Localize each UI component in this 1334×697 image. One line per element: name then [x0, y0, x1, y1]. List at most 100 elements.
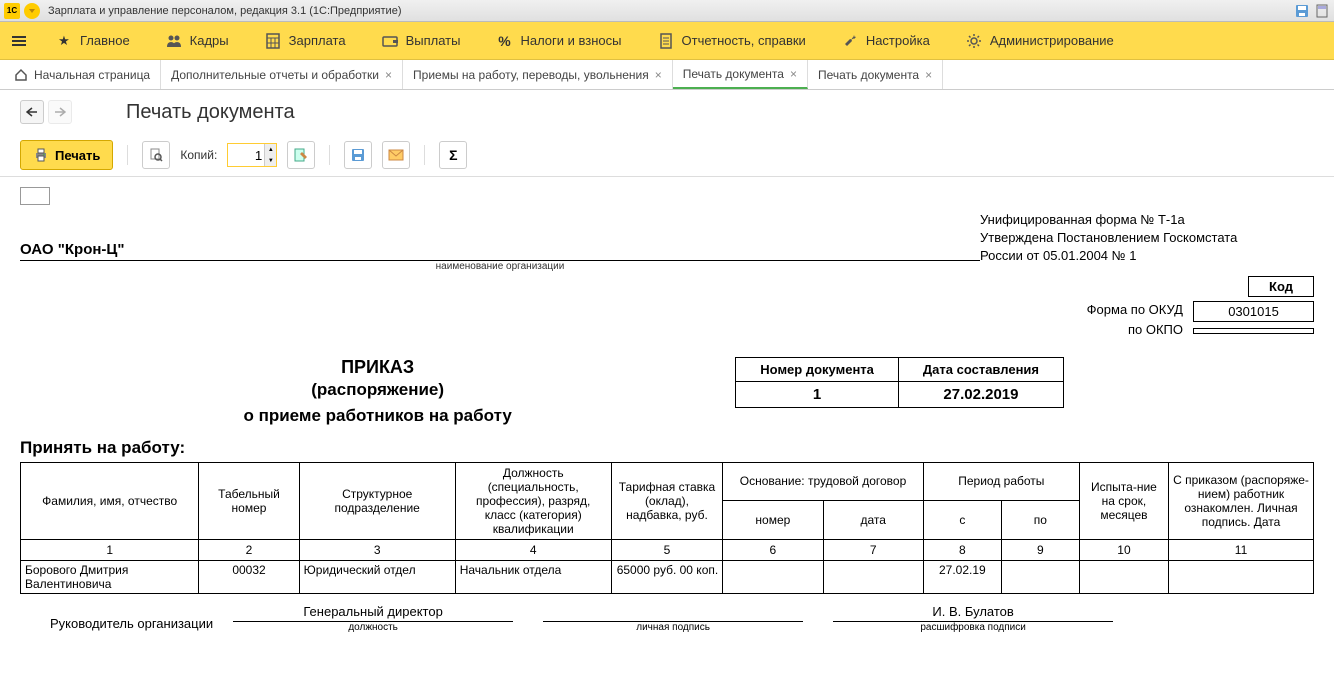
sig-sign-cap: личная подпись	[543, 622, 803, 633]
report-icon	[658, 33, 674, 49]
sig-name-cap: расшифровка подписи	[833, 622, 1113, 633]
coln-3: 3	[299, 539, 455, 560]
cell-dept: Юридический отдел	[299, 560, 455, 593]
cell-pto	[1001, 560, 1079, 593]
th-basis: Основание: трудовой договор	[723, 462, 924, 501]
menu-label: Отчетность, справки	[682, 33, 806, 48]
main-menu: ★ Главное Кадры Зарплата Выплаты % Налог…	[0, 22, 1334, 60]
copies-label: Копий:	[180, 148, 217, 162]
preview-button[interactable]	[142, 141, 170, 169]
cell-sign	[1169, 560, 1314, 593]
calc-icon	[265, 33, 281, 49]
cell-fio: Борового Дмитрия Валентиновича	[21, 560, 199, 593]
okpo-label: по ОКПО	[980, 322, 1193, 337]
menu-kadry[interactable]: Кадры	[148, 22, 247, 59]
close-icon[interactable]: ×	[385, 68, 392, 82]
tab-label: Печать документа	[818, 68, 919, 82]
th-period: Период работы	[923, 462, 1079, 501]
cell-trial	[1079, 560, 1168, 593]
menu-main[interactable]: ★ Главное	[38, 22, 148, 59]
okud-value: 0301015	[1194, 301, 1314, 321]
close-icon[interactable]: ×	[790, 67, 797, 81]
sig-name: И. В. Булатов	[833, 604, 1113, 622]
save-button[interactable]	[344, 141, 372, 169]
sum-button[interactable]: Σ	[439, 141, 467, 169]
doc-num-value: 1	[736, 381, 899, 407]
sig-label: Руководитель организации	[20, 616, 233, 633]
coln-2: 2	[199, 539, 299, 560]
form-line2: Утверждена Постановлением Госкомстата	[980, 229, 1314, 247]
th-period-to: по	[1001, 501, 1079, 540]
signature-row: Руководитель организации Генеральный дир…	[20, 604, 1314, 633]
tab-label: Печать документа	[683, 67, 784, 81]
hamburger-icon[interactable]	[0, 36, 38, 46]
print-label: Печать	[55, 148, 100, 163]
accept-label: Принять на работу:	[20, 438, 1314, 458]
order-h3: о приеме работников на работу	[20, 406, 735, 426]
tab-label: Дополнительные отчеты и обработки	[171, 68, 379, 82]
page-title: Печать документа	[126, 101, 295, 124]
calc-icon[interactable]	[1314, 3, 1330, 19]
cell-tabnum: 00032	[199, 560, 299, 593]
code-table: Код	[1248, 276, 1314, 297]
app-icon: 1C	[4, 3, 20, 19]
print-button[interactable]: Печать	[20, 140, 113, 170]
tab-hires[interactable]: Приемы на работу, переводы, увольнения ×	[403, 60, 673, 89]
doc-num-header: Номер документа	[736, 357, 899, 381]
forward-button[interactable]	[48, 100, 72, 124]
coln-8: 8	[923, 539, 1001, 560]
menu-otchet[interactable]: Отчетность, справки	[640, 22, 824, 59]
th-tabnum: Табельный номер	[199, 462, 299, 539]
menu-nalogi[interactable]: % Налоги и взносы	[478, 22, 639, 59]
menu-zarplata[interactable]: Зарплата	[247, 22, 364, 59]
copies-up[interactable]: ▲	[264, 144, 276, 155]
back-button[interactable]	[20, 100, 44, 124]
tab-reports[interactable]: Дополнительные отчеты и обработки ×	[161, 60, 403, 89]
order-h1: ПРИКАЗ	[20, 357, 735, 378]
coln-10: 10	[1079, 539, 1168, 560]
th-position: Должность (специальность, профессия), ра…	[455, 462, 611, 539]
coln-6: 6	[723, 539, 823, 560]
menu-settings[interactable]: Настройка	[824, 22, 948, 59]
menu-label: Администрирование	[990, 33, 1114, 48]
table-row: Борового Дмитрия Валентиновича 00032 Юри…	[21, 560, 1314, 593]
toolbar: Печать Копий: ▲ ▼ Σ	[0, 134, 1334, 177]
close-icon[interactable]: ×	[655, 68, 662, 82]
tab-print2[interactable]: Печать документа ×	[808, 60, 943, 89]
menu-label: Налоги и взносы	[520, 33, 621, 48]
save-icon[interactable]	[1294, 3, 1310, 19]
printer-icon	[33, 147, 49, 163]
code-header: Код	[1249, 276, 1314, 296]
form-line1: Унифицированная форма № Т-1а	[980, 211, 1314, 229]
wallet-icon	[382, 33, 398, 49]
edit-template-button[interactable]	[287, 141, 315, 169]
menu-label: Кадры	[190, 33, 229, 48]
th-basis-num: номер	[723, 501, 823, 540]
cell-pfrom: 27.02.19	[923, 560, 1001, 593]
tab-print-active[interactable]: Печать документа ×	[673, 60, 808, 89]
th-fio: Фамилия, имя, отчество	[21, 462, 199, 539]
th-dept: Структурное подразделение	[299, 462, 455, 539]
spreadsheet-corner[interactable]	[20, 187, 50, 205]
order-h2: (распоряжение)	[20, 380, 735, 400]
th-rate: Тарифная ставка (оклад), надбавка, руб.	[611, 462, 722, 539]
copies-down[interactable]: ▼	[264, 155, 276, 166]
menu-label: Главное	[80, 33, 130, 48]
email-button[interactable]	[382, 141, 410, 169]
menu-vyplaty[interactable]: Выплаты	[364, 22, 479, 59]
th-sign: С приказом (распоряже-нием) работник озн…	[1169, 462, 1314, 539]
cell-position: Начальник отдела	[455, 560, 611, 593]
menu-label: Настройка	[866, 33, 930, 48]
sig-signature	[543, 604, 803, 622]
form-line3: России от 05.01.2004 № 1	[980, 247, 1314, 265]
coln-1: 1	[21, 539, 199, 560]
tab-home[interactable]: Начальная страница	[4, 60, 161, 89]
menu-admin[interactable]: Администрирование	[948, 22, 1132, 59]
org-caption: наименование организации	[20, 261, 980, 272]
tab-bar: Начальная страница Дополнительные отчеты…	[0, 60, 1334, 90]
cell-bnum	[723, 560, 823, 593]
th-basis-date: дата	[823, 501, 923, 540]
doc-date-header: Дата составления	[898, 357, 1063, 381]
close-icon[interactable]: ×	[925, 68, 932, 82]
app-dropdown-icon[interactable]	[24, 3, 40, 19]
